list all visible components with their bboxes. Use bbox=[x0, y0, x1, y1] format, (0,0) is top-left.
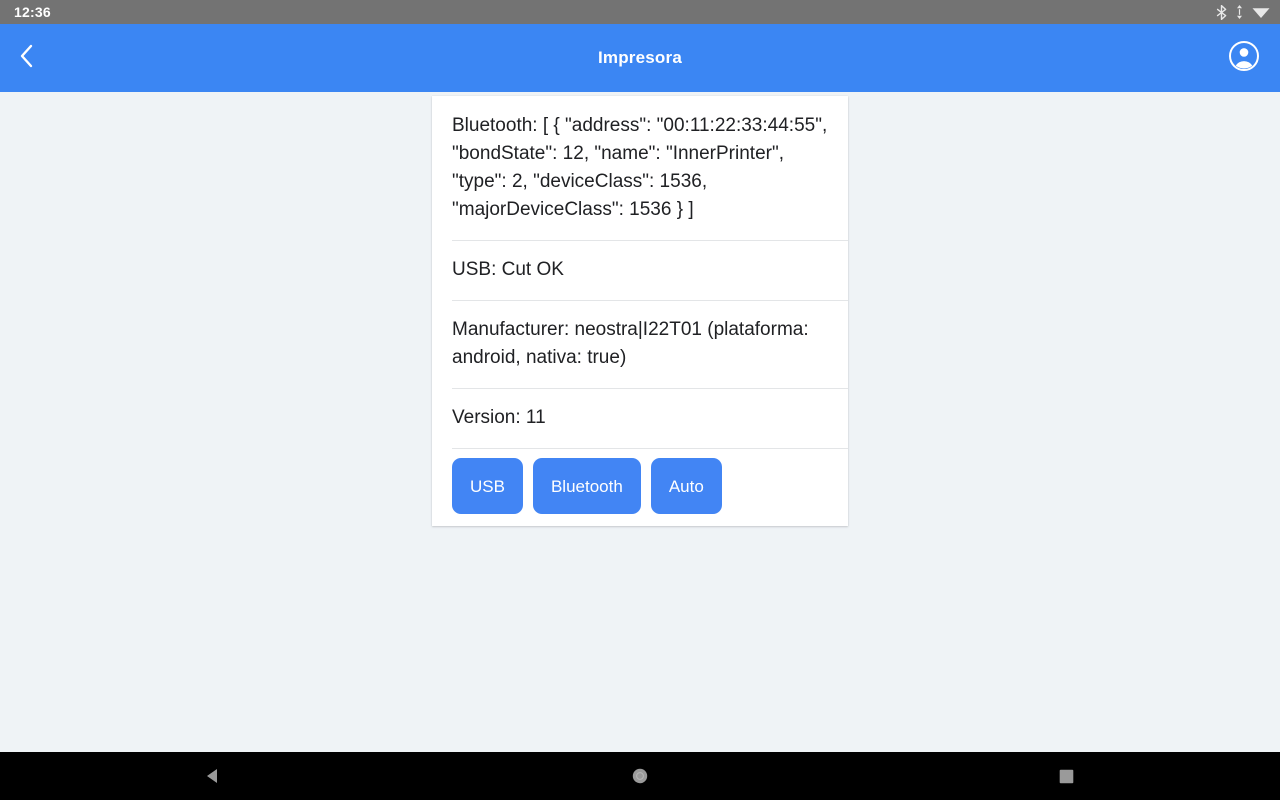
printer-info-card: Bluetooth: [ { "address": "00:11:22:33:4… bbox=[432, 96, 848, 526]
manufacturer-info-row: Manufacturer: neostra|I22T01 (plataforma… bbox=[432, 300, 848, 388]
device-screen: 12:36 Impresora Bluetooth: [{"address"… bbox=[0, 0, 1280, 800]
bluetooth-icon bbox=[1216, 4, 1227, 20]
content-area: Bluetooth: [ { "address": "00:11:22:33:4… bbox=[0, 92, 1280, 752]
page-title: Impresora bbox=[597, 48, 682, 67]
account-button[interactable] bbox=[1224, 38, 1264, 78]
nav-home-circle-icon bbox=[632, 768, 648, 784]
system-navigation-bar bbox=[0, 752, 1280, 800]
usb-button[interactable]: USB bbox=[452, 458, 523, 514]
version-info-row: Version: 11 bbox=[432, 388, 848, 448]
nav-back-triangle-icon bbox=[204, 767, 222, 785]
bluetooth-info-row: Bluetooth: [ { "address": "00:11:22:33:4… bbox=[432, 96, 848, 240]
status-icon-group bbox=[1216, 4, 1270, 20]
auto-button[interactable]: Auto bbox=[650, 458, 722, 514]
bluetooth-button[interactable]: Bluetooth bbox=[532, 458, 641, 514]
nav-home-button[interactable] bbox=[600, 752, 680, 800]
chevron-left-icon bbox=[16, 42, 38, 75]
usb-status-row: USB: Cut OK bbox=[432, 240, 848, 300]
manufacturer-info-text: Manufacturer: neostra|I22T01 (plataforma… bbox=[452, 319, 814, 368]
app-bar: Impresora bbox=[0, 24, 1280, 92]
print-mode-button-group: USB Bluetooth Auto bbox=[432, 448, 848, 526]
nav-back-button[interactable] bbox=[173, 752, 253, 800]
data-transfer-icon bbox=[1236, 5, 1243, 19]
back-button[interactable] bbox=[16, 38, 56, 78]
nav-recents-square-icon bbox=[1059, 769, 1074, 784]
wifi-icon bbox=[1252, 5, 1270, 19]
bluetooth-info-text: Bluetooth: [ { "address": "00:11:22:33:4… bbox=[452, 115, 833, 220]
version-info-text: Version: 11 bbox=[452, 407, 546, 428]
status-bar: 12:36 bbox=[0, 0, 1280, 24]
account-circle-icon bbox=[1228, 40, 1260, 77]
status-clock: 12:36 bbox=[14, 4, 51, 20]
nav-recents-button[interactable] bbox=[1027, 752, 1107, 800]
usb-status-text: USB: Cut OK bbox=[452, 259, 564, 280]
